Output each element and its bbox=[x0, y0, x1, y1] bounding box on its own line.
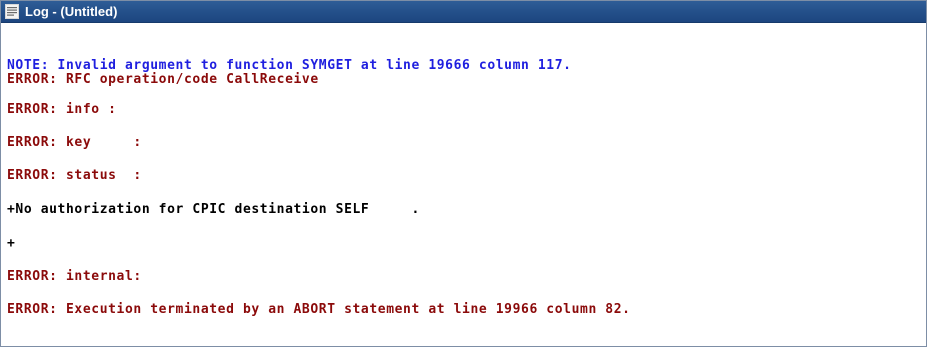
log-line-error: ERROR: Execution terminated by an ABORT … bbox=[7, 302, 631, 317]
log-window: Log - (Untitled) NOTE: Invalid argument … bbox=[0, 0, 927, 347]
log-line-error: ERROR: internal: bbox=[7, 269, 142, 284]
log-line-error: ERROR: RFC operation/code CallReceive bbox=[7, 72, 319, 87]
title-bar[interactable]: Log - (Untitled) bbox=[1, 1, 926, 23]
log-line-text: + bbox=[7, 236, 16, 251]
log-line-text: +No authorization for CPIC destination S… bbox=[7, 202, 420, 217]
document-icon bbox=[5, 4, 19, 19]
log-line-error: ERROR: info : bbox=[7, 102, 117, 117]
log-line-note: NOTE: Invalid argument to function SYMGE… bbox=[7, 58, 572, 73]
window-title: Log - (Untitled) bbox=[25, 4, 118, 19]
log-line-error: ERROR: status : bbox=[7, 168, 142, 183]
log-line-error: ERROR: key : bbox=[7, 135, 142, 150]
log-content-area[interactable]: NOTE: Invalid argument to function SYMGE… bbox=[1, 24, 926, 346]
